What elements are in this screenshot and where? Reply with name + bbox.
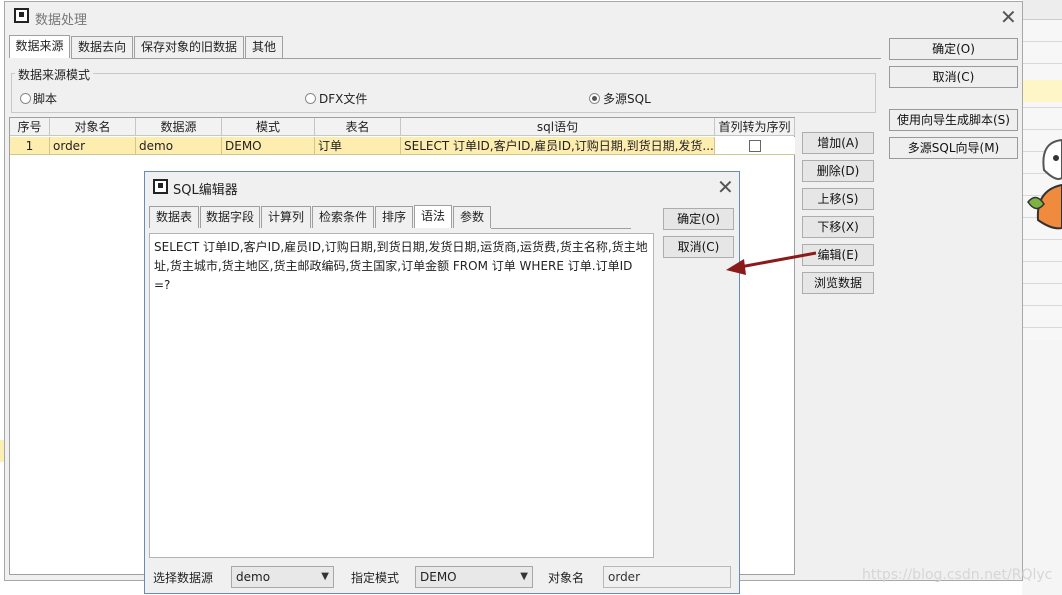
edit-button-label: 编辑(E) xyxy=(817,248,859,262)
tab-divider xyxy=(491,228,631,229)
move-down-label: 下移(X) xyxy=(817,220,859,234)
move-up-button[interactable]: 上移(S) xyxy=(802,188,874,210)
wizard-script-button[interactable]: 使用向导生成脚本(S) xyxy=(889,109,1018,131)
radio-dfx-label: DFX文件 xyxy=(319,92,368,106)
object-name-field[interactable]: order xyxy=(603,566,731,588)
col-header-object: 对象名 xyxy=(50,118,136,136)
close-icon[interactable]: ✕ xyxy=(717,177,734,197)
radio-script-label: 脚本 xyxy=(33,92,58,106)
sql-ok-label: 确定(O) xyxy=(677,212,720,226)
object-name-value: order xyxy=(608,570,640,584)
tab-old-data[interactable]: 保存对象的旧数据 xyxy=(134,36,244,58)
ok-button-label: 确定(O) xyxy=(932,42,975,56)
close-icon[interactable]: ✕ xyxy=(1000,7,1017,27)
delete-button[interactable]: 删除(D) xyxy=(802,160,874,182)
multi-sql-wizard-button[interactable]: 多源SQL向导(M) xyxy=(889,137,1018,159)
delete-button-label: 删除(D) xyxy=(816,164,860,178)
table-cell-sql[interactable]: SELECT 订单ID,客户ID,雇员ID,订购日期,到货日期,发货... xyxy=(401,137,715,155)
source-mode-group xyxy=(11,73,876,113)
datasource-value: demo xyxy=(236,570,271,584)
tab-sort[interactable]: 排序 xyxy=(375,206,413,228)
ok-button[interactable]: 确定(O) xyxy=(889,38,1018,60)
table-cell-datasource[interactable]: demo xyxy=(136,137,222,155)
chevron-down-icon: ▼ xyxy=(321,571,329,582)
tab-data-target[interactable]: 数据去向 xyxy=(71,36,133,58)
radio-multi-sql-label: 多源SQL xyxy=(603,92,651,106)
tab-other[interactable]: 其他 xyxy=(245,36,283,58)
table-cell-no[interactable]: 1 xyxy=(10,137,50,155)
sql-text-line-1: SELECT 订单ID,客户ID,雇员ID,订购日期,到货日期,发货日期,运货商… xyxy=(154,240,648,254)
radio-dfx[interactable] xyxy=(305,93,316,104)
tab-data-source[interactable]: 数据来源 xyxy=(9,35,70,58)
tab-fields[interactable]: 数据字段 xyxy=(200,206,260,228)
move-up-label: 上移(S) xyxy=(817,192,859,206)
table-cell-schema[interactable]: DEMO xyxy=(222,137,315,155)
sql-text-line-2: 址,货主城市,货主地区,货主邮政编码,货主国家,订单金额 FROM 订单 WHE… xyxy=(154,259,633,292)
background-toolbar xyxy=(1022,0,1062,20)
col-header-schema: 模式 xyxy=(222,118,315,136)
add-button-label: 增加(A) xyxy=(817,136,859,150)
object-name-label: 对象名 xyxy=(548,571,585,585)
tab-computed[interactable]: 计算列 xyxy=(261,206,311,228)
datasource-label: 选择数据源 xyxy=(153,571,214,585)
col-header-no: 序号 xyxy=(10,118,50,136)
schema-value: DEMO xyxy=(420,570,457,584)
add-button[interactable]: 增加(A) xyxy=(802,132,874,154)
sql-cancel-label: 取消(C) xyxy=(677,240,720,254)
sql-text-editor[interactable]: SELECT 订单ID,客户ID,雇员ID,订购日期,到货日期,发货日期,运货商… xyxy=(149,233,654,558)
cancel-button[interactable]: 取消(C) xyxy=(889,66,1018,88)
sql-ok-button[interactable]: 确定(O) xyxy=(663,208,734,230)
tab-conditions[interactable]: 检索条件 xyxy=(312,206,374,228)
schema-select[interactable]: DEMO ▼ xyxy=(415,566,533,588)
arrow-icon xyxy=(726,251,817,275)
radio-script[interactable] xyxy=(20,93,31,104)
col-header-first-col-seq: 首列转为序列 xyxy=(715,118,795,136)
wizard-script-label: 使用向导生成脚本(S) xyxy=(897,113,1010,127)
col-header-datasource: 数据源 xyxy=(136,118,222,136)
tab-divider xyxy=(71,58,881,59)
background-selected-row xyxy=(1022,80,1062,102)
radio-multi-sql[interactable] xyxy=(589,93,600,104)
app-logo-icon xyxy=(153,179,168,194)
watermark: https://blog.csdn.net/RQlyc xyxy=(862,567,1053,583)
table-cell-object[interactable]: order xyxy=(50,137,136,155)
sql-editor-title: SQL编辑器 xyxy=(173,183,238,198)
col-header-sql: sql语句 xyxy=(401,118,715,136)
multi-sql-wizard-label: 多源SQL向导(M) xyxy=(907,141,1000,155)
mascot-icon xyxy=(1027,138,1062,230)
browse-data-label: 浏览数据 xyxy=(813,276,862,290)
source-mode-label: 数据来源模式 xyxy=(15,66,94,83)
schema-label: 指定模式 xyxy=(351,571,400,585)
datasource-select[interactable]: demo ▼ xyxy=(231,566,334,588)
col-header-table: 表名 xyxy=(315,118,401,136)
tab-syntax[interactable]: 语法 xyxy=(414,205,452,228)
app-logo-icon xyxy=(14,8,29,23)
cancel-button-label: 取消(C) xyxy=(932,70,975,84)
table-cell-first-col-seq xyxy=(715,137,795,155)
dialog-title: 数据处理 xyxy=(35,13,88,28)
move-down-button[interactable]: 下移(X) xyxy=(802,216,874,238)
table-cell-table[interactable]: 订单 xyxy=(315,137,401,155)
tab-tables[interactable]: 数据表 xyxy=(149,206,199,228)
chevron-down-icon: ▼ xyxy=(520,571,528,582)
tab-params[interactable]: 参数 xyxy=(453,206,491,228)
sql-editor-dialog: SQL编辑器 ✕ 数据表 数据字段 计算列 检索条件 排序 语法 参数 SELE… xyxy=(144,171,740,594)
first-col-seq-checkbox[interactable] xyxy=(749,140,761,152)
